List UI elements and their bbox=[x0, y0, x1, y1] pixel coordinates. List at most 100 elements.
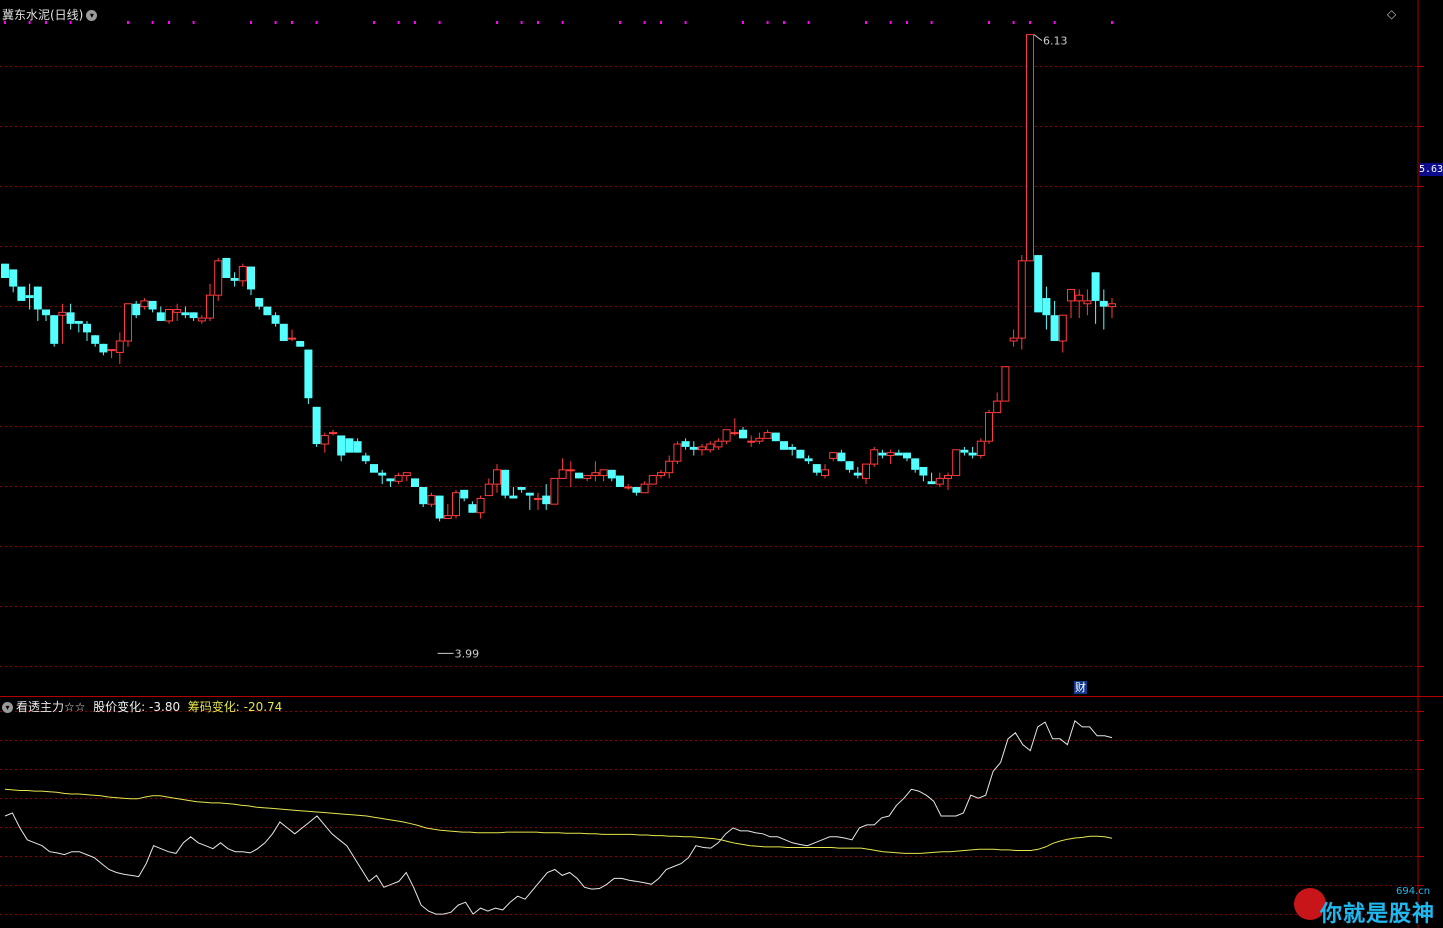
candle-body-down bbox=[1042, 298, 1051, 316]
candle-body-down bbox=[148, 300, 157, 310]
candle-body-down bbox=[361, 455, 370, 462]
candle-body-down bbox=[181, 312, 190, 316]
candle-body-down bbox=[878, 452, 887, 456]
candle-body-down bbox=[345, 438, 354, 453]
candle-body-up bbox=[1075, 294, 1084, 302]
candle-body-down bbox=[132, 303, 141, 316]
candle-body-down bbox=[632, 486, 641, 493]
candle-body-up bbox=[534, 497, 542, 500]
high-price-label: 6.13 bbox=[1043, 35, 1068, 48]
candle-body-up bbox=[1058, 314, 1067, 342]
candle-body-up bbox=[214, 260, 223, 296]
candle-body-up bbox=[673, 443, 682, 462]
watermark-url: 694.cn bbox=[1396, 886, 1431, 897]
finance-event-badge[interactable]: 财 bbox=[1074, 681, 1087, 694]
diamond-icon[interactable]: ◇ bbox=[1387, 7, 1396, 21]
candle-body-up bbox=[1067, 288, 1075, 302]
candle-body-down bbox=[1050, 315, 1059, 341]
candle-body-down bbox=[837, 452, 846, 462]
signal-marker bbox=[889, 21, 892, 24]
candle-body-up bbox=[976, 440, 985, 457]
current-price-tag: 5.63 bbox=[1419, 163, 1443, 176]
candle-body-down bbox=[296, 340, 305, 347]
candle-body-down bbox=[853, 472, 862, 476]
candle-body-down bbox=[411, 478, 419, 487]
candle-body-up bbox=[755, 437, 764, 442]
signal-marker bbox=[766, 21, 769, 24]
candle-body-down bbox=[894, 452, 903, 456]
signal-marker bbox=[906, 21, 908, 24]
candle-body-down bbox=[222, 257, 231, 278]
candle-body-down bbox=[271, 315, 280, 324]
chevron-down-icon[interactable]: ▾ bbox=[86, 10, 98, 21]
candle-body-down bbox=[960, 449, 969, 453]
candle-body-up bbox=[394, 475, 403, 482]
candle-body-down bbox=[279, 323, 288, 341]
candle-body-up bbox=[640, 483, 649, 494]
signal-marker bbox=[192, 21, 195, 24]
signal-marker bbox=[660, 21, 662, 24]
indicator-name[interactable]: 看透主力☆☆ bbox=[16, 700, 86, 714]
candle-body-down bbox=[780, 441, 788, 450]
signal-marker bbox=[930, 21, 933, 24]
candle-body-up bbox=[1083, 300, 1092, 305]
chip-change-label: 筹码变化: bbox=[187, 700, 240, 714]
candle-body-down bbox=[919, 466, 928, 476]
candle-body-up bbox=[985, 412, 993, 442]
candle-body-down bbox=[247, 266, 255, 290]
chart-canvas[interactable]: 6.13 3.99 bbox=[0, 0, 1443, 928]
candle-body-down bbox=[739, 429, 747, 439]
candle-body-up bbox=[197, 317, 206, 322]
candle-body-up bbox=[624, 486, 633, 489]
window-title: 冀东水泥(日线) bbox=[2, 8, 84, 22]
candle-body-down bbox=[1, 263, 9, 278]
candle-body-down bbox=[575, 472, 583, 479]
candle-body-down bbox=[771, 432, 780, 442]
candle-body-down bbox=[304, 349, 313, 399]
candle-body-up bbox=[173, 308, 182, 313]
window-title-bar: 冀东水泥(日线) ▾ bbox=[2, 6, 100, 23]
candle-body-up bbox=[1001, 366, 1010, 402]
candle-body-down bbox=[156, 312, 165, 321]
price-change-value: -3.80 bbox=[149, 700, 181, 714]
candle-body-down bbox=[501, 469, 510, 496]
indicator-chevron-down-icon[interactable]: ▾ bbox=[2, 702, 13, 713]
signal-marker bbox=[1012, 21, 1015, 24]
candle-body-down bbox=[468, 504, 477, 513]
signal-marker bbox=[1029, 21, 1031, 24]
candle-body-up bbox=[599, 469, 608, 477]
signal-marker bbox=[496, 21, 498, 24]
candle-body-up bbox=[665, 460, 674, 474]
candle-body-down bbox=[812, 464, 821, 473]
signal-marker bbox=[561, 21, 564, 24]
stock-chart-window: 6.13 3.99 冀东水泥(日线) ▾ ◇ 5.63 ▾ 看透主力☆☆ 股价变化: … bbox=[0, 0, 1443, 928]
candle-body-down bbox=[525, 492, 534, 496]
candle-body-up bbox=[140, 300, 149, 308]
candle-body-down bbox=[1099, 300, 1108, 307]
candle-body-up bbox=[698, 446, 706, 451]
watermark: 你就是股神 694.cn bbox=[1292, 886, 1443, 928]
candle-body-down bbox=[230, 277, 239, 281]
chip-change-value: -20.74 bbox=[243, 700, 283, 714]
candle-body-down bbox=[911, 458, 920, 470]
candle-body-down bbox=[255, 298, 264, 307]
candle-body-down bbox=[1091, 272, 1100, 301]
candle-body-down bbox=[689, 446, 698, 450]
candle-body-up bbox=[58, 311, 67, 316]
signal-marker bbox=[315, 21, 318, 24]
candle-body-up bbox=[1017, 260, 1026, 339]
candle-body-down bbox=[435, 495, 444, 519]
candle-body-up bbox=[886, 452, 895, 457]
signal-marker bbox=[397, 21, 400, 24]
candle-body-up bbox=[115, 340, 124, 353]
candle-body-down bbox=[542, 495, 551, 505]
candle-body-up bbox=[648, 475, 657, 485]
candle-body-down bbox=[74, 320, 83, 324]
candle-body-down bbox=[99, 343, 108, 353]
signal-marker bbox=[1053, 21, 1056, 24]
candle-body-up bbox=[993, 400, 1002, 414]
candle-body-down bbox=[312, 406, 321, 445]
candle-body-up bbox=[443, 515, 452, 519]
candle-body-down bbox=[517, 486, 526, 490]
signal-marker bbox=[988, 21, 990, 24]
